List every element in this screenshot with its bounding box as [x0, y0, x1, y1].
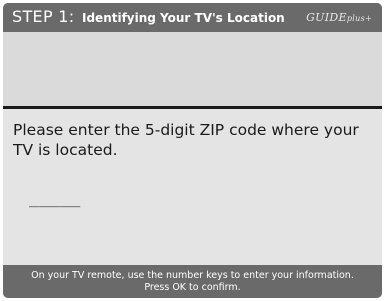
divider: [3, 106, 382, 109]
zip-prompt: Please enter the 5-digit ZIP code where …: [13, 121, 359, 159]
header-bar: STEP 1: Identifying Your TV's Location G…: [3, 3, 382, 32]
instructions-bar: On your TV remote, use the number keys t…: [3, 265, 382, 298]
guide-plus-logo: GUIDEplus+: [306, 11, 372, 24]
instruction-line-2: Press OK to confirm.: [144, 282, 241, 293]
instruction-line-1: On your TV remote, use the number keys t…: [31, 270, 354, 281]
logo-suffix: plus+: [346, 14, 372, 23]
setup-screen: STEP 1: Identifying Your TV's Location G…: [3, 3, 382, 298]
zip-code-field[interactable]: _____: [29, 188, 80, 208]
upper-panel: [3, 32, 382, 106]
step-number: STEP 1:: [12, 7, 75, 26]
step-title: Identifying Your TV's Location: [82, 11, 285, 25]
logo-text: GUIDE: [306, 11, 347, 24]
